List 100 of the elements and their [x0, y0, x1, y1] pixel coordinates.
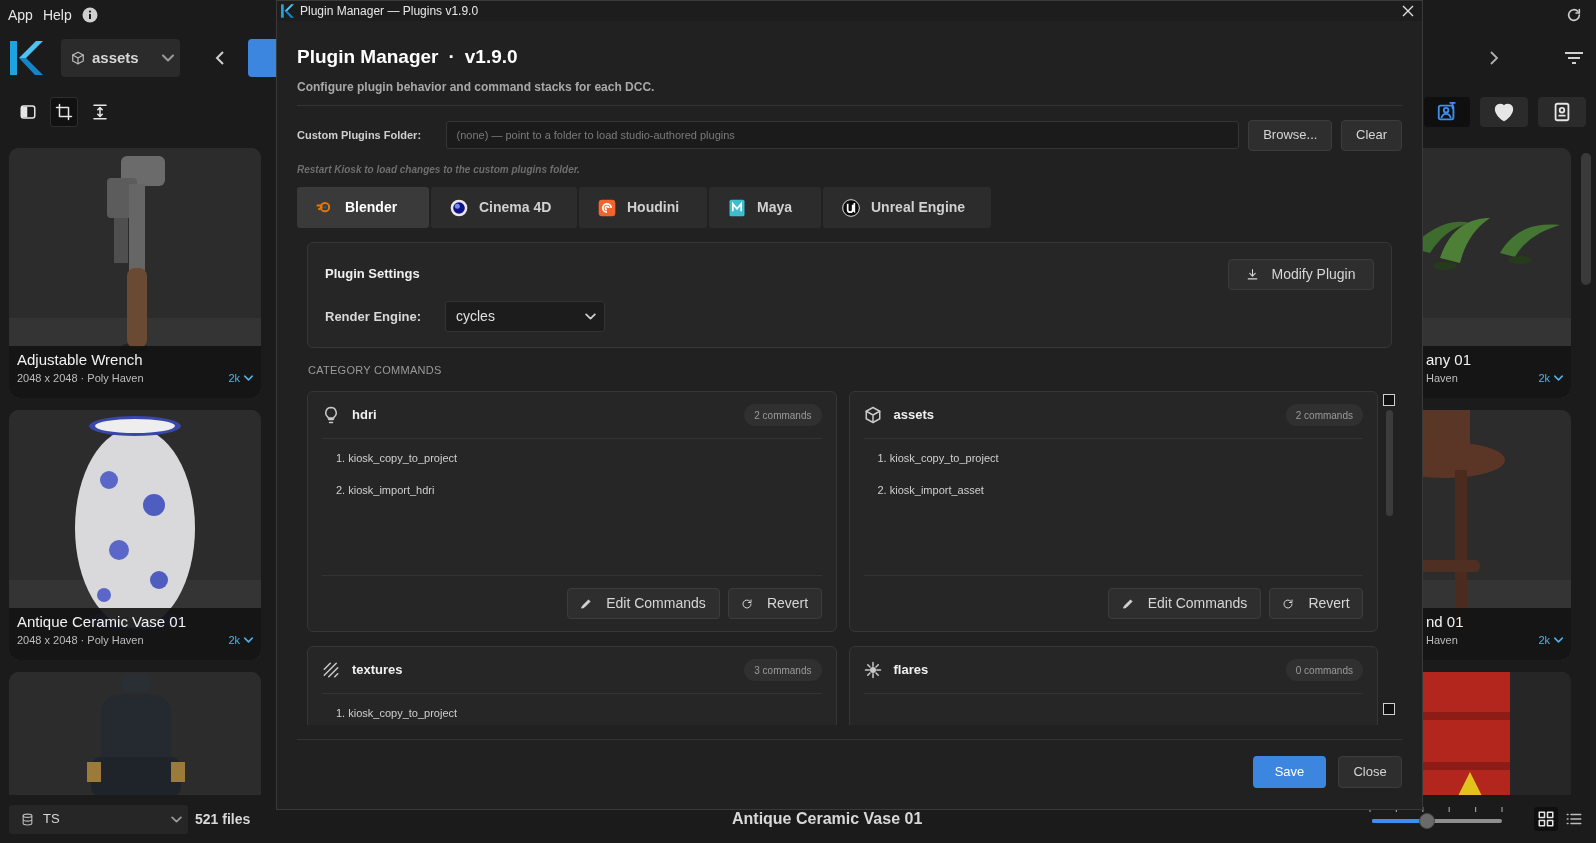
menu-item[interactable]: App [8, 4, 33, 26]
plugin-tab[interactable]: Maya [709, 187, 821, 228]
chevron-down-icon [244, 375, 253, 382]
download-icon [1246, 267, 1260, 281]
resolution-dropdown[interactable]: 2k [1538, 632, 1563, 649]
panel-title: Plugin Settings [325, 265, 421, 284]
grid-icon [1537, 810, 1555, 828]
dialog-subtitle: Configure plugin behavior and command stacks for each DCC. [297, 79, 656, 95]
version-label: v1.9.0 [464, 44, 518, 69]
refresh-icon [740, 597, 753, 610]
asset-title: Adjustable Wrench [17, 350, 144, 370]
chevron-down-icon [244, 637, 253, 644]
plugin-tab[interactable]: Houdini [579, 187, 707, 228]
slider-thumb[interactable] [1418, 813, 1435, 829]
plugin-tab[interactable]: Unreal Engine [823, 187, 991, 228]
chevron-down-icon [1554, 375, 1563, 382]
collection-dropdown[interactable]: assets [61, 39, 180, 77]
revert-button[interactable]: Revert [727, 588, 822, 619]
command-item: 1. kiosk_copy_to_project [336, 451, 459, 466]
collection-name: assets [92, 47, 140, 68]
window-title: Plugin Manager — Plugins v1.9.0 [300, 3, 479, 20]
scroll-up-button[interactable] [1383, 394, 1395, 406]
heart-icon [1493, 101, 1515, 123]
maya-logo-icon [727, 197, 747, 218]
sidebar-icon [19, 103, 37, 121]
cinema-logo-icon [449, 197, 469, 218]
scrollbar-thumb[interactable] [1385, 410, 1393, 516]
folder-input[interactable]: (none) — point to a folder to load studio-authored plugins [445, 121, 1240, 149]
chevron-right-icon[interactable] [1488, 50, 1500, 66]
asset-title: nd 01 [1426, 612, 1465, 632]
crop-icon [55, 103, 73, 121]
asset-meta: Haven [1426, 633, 1459, 649]
category-name: assets [893, 406, 935, 425]
scroll-down-button[interactable] [1383, 703, 1395, 715]
close-icon[interactable] [1402, 5, 1414, 17]
field-label: Custom Plugins Folder: [297, 127, 423, 143]
unreal-logo-icon [841, 197, 861, 218]
logo-icon [281, 4, 294, 18]
asset-meta: 2048 x 2048 · Poly Haven [17, 633, 145, 649]
file-count: 521 files [195, 809, 251, 829]
edit-commands-button[interactable]: Edit Commands [566, 588, 720, 619]
asset-title: Antique Ceramic Vase 01 [17, 612, 187, 632]
resolution-dropdown[interactable]: 2k [228, 370, 253, 387]
source-dropdown[interactable]: TS [9, 804, 188, 834]
render-engine-select[interactable]: cycles [445, 301, 605, 332]
chevron-down-icon [585, 313, 596, 320]
database-icon [21, 812, 34, 826]
separator-dot: · [448, 44, 455, 69]
command-count-badge: 0 commands [1285, 659, 1363, 681]
crop-button[interactable] [50, 97, 78, 127]
cube-icon [863, 406, 882, 424]
edit-commands-button[interactable]: Edit Commands [1108, 588, 1261, 619]
chevron-left-icon[interactable] [213, 50, 227, 66]
chevron-down-icon [171, 815, 182, 823]
current-asset-name: Antique Ceramic Vase 01 [731, 809, 923, 829]
plugin-tab[interactable]: Blender [297, 187, 429, 228]
category-name: textures [352, 661, 404, 680]
grid-view-button[interactable] [1534, 807, 1558, 831]
asset-meta: 2048 x 2048 · Poly Haven [17, 371, 145, 387]
command-count-badge: 2 commands [1285, 404, 1363, 426]
command-count-badge: 3 commands [744, 659, 822, 681]
field-label: Render Engine: [325, 307, 423, 326]
save-button[interactable]: Save [1253, 756, 1326, 788]
command-count-badge: 2 commands [744, 404, 822, 426]
command-item: 2. kiosk_import_hdri [336, 483, 436, 498]
close-button[interactable]: Close [1338, 756, 1402, 788]
menu-item[interactable]: Help [42, 4, 72, 26]
expand-vertical-icon [91, 103, 109, 121]
plugin-tab[interactable]: Cinema 4D [431, 187, 577, 228]
asset-meta: Haven [1426, 371, 1459, 387]
modify-plugin-button[interactable]: Modify Plugin [1228, 258, 1374, 290]
refresh-icon[interactable] [1566, 7, 1582, 23]
browse-button[interactable]: Browse... [1248, 119, 1333, 151]
sparkle-icon [863, 661, 882, 679]
chevron-down-icon [162, 54, 174, 62]
command-item: 2. kiosk_import_asset [877, 483, 985, 498]
revert-button[interactable]: Revert [1269, 588, 1363, 619]
info-icon[interactable] [81, 7, 98, 23]
resolution-dropdown[interactable]: 2k [1538, 370, 1563, 387]
clear-button[interactable]: Clear [1341, 119, 1402, 151]
command-item: 1. kiosk_copy_to_project [336, 706, 459, 721]
cube-icon [71, 51, 85, 65]
lightbulb-icon [322, 406, 340, 424]
heart-view-button[interactable] [1480, 97, 1528, 127]
resolution-dropdown[interactable]: 2k [228, 632, 253, 649]
category-name: hdri [352, 406, 378, 425]
scrollbar-thumb[interactable] [1581, 153, 1591, 285]
image-icon [1436, 101, 1458, 123]
contact-view-button[interactable] [1538, 97, 1586, 127]
command-item: 1. kiosk_copy_to_project [877, 451, 1000, 466]
pencil-icon [1121, 597, 1134, 610]
dialog-heading: Plugin Manager [297, 44, 439, 69]
logo-icon [10, 41, 43, 75]
chevron-down-icon [1554, 637, 1563, 644]
section-label: CATEGORY COMMANDS [308, 363, 443, 378]
filter-icon[interactable] [1564, 51, 1584, 65]
hint-text: Restart Kiosk to load changes to the custom plugins folder. [297, 163, 581, 177]
image-view-button[interactable] [1424, 97, 1470, 127]
houdini-logo-icon [597, 197, 617, 218]
category-name: flares [893, 661, 930, 680]
